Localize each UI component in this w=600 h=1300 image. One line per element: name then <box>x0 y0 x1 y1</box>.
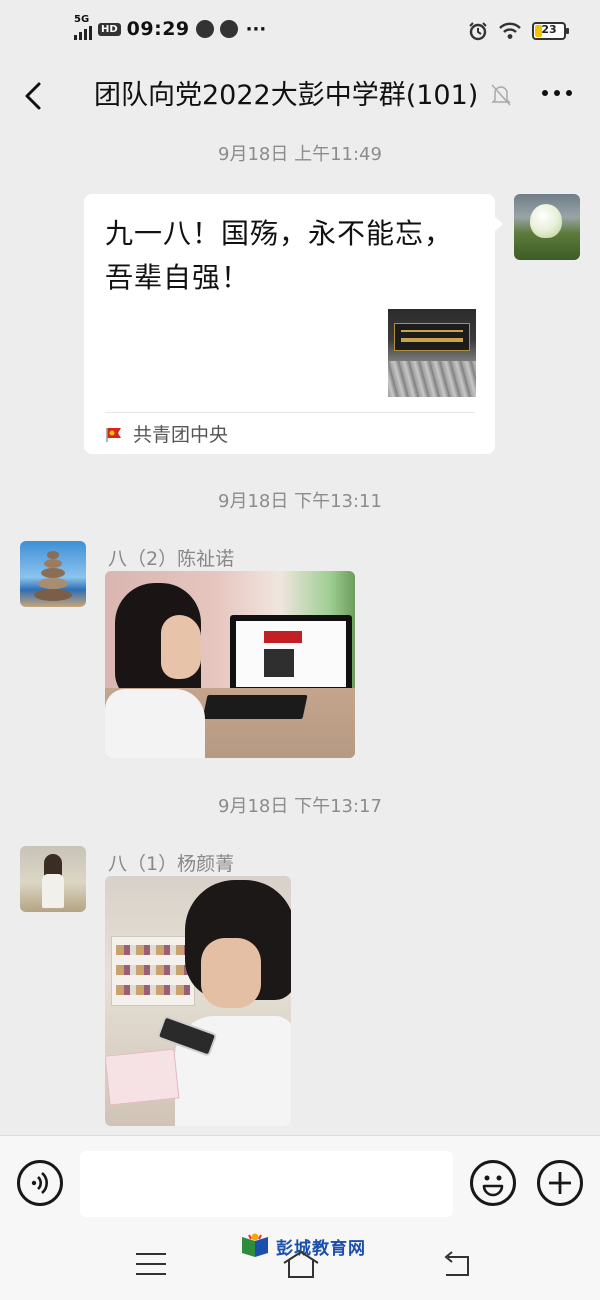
network-type: 5G <box>74 14 90 25</box>
back-arrow-icon[interactable] <box>440 1251 474 1279</box>
sender-name: 八（2）陈祉诺 <box>108 548 235 570</box>
emoji-icon <box>482 1175 504 1197</box>
wifi-icon <box>499 22 521 39</box>
cell-signal-icon: 5G <box>74 14 92 40</box>
mute-bell-icon <box>491 84 511 106</box>
notification-app-icon <box>195 20 214 38</box>
divider <box>105 412 475 413</box>
youth-league-flag-icon <box>106 427 121 442</box>
chevron-left-icon <box>25 82 41 110</box>
input-bar <box>0 1135 600 1231</box>
system-navigation-bar: 彭城教育网 <box>0 1231 600 1300</box>
photo-message[interactable] <box>105 571 355 758</box>
message-timestamp: 9月18日 下午13:17 <box>218 796 382 817</box>
voice-button[interactable] <box>17 1160 63 1206</box>
more-options-button[interactable] <box>542 90 572 96</box>
more-functions-button[interactable] <box>537 1160 583 1206</box>
message-timestamp: 9月18日 上午11:49 <box>218 144 382 165</box>
notification-app-icon-2 <box>219 20 238 38</box>
plus-icon <box>549 1172 571 1194</box>
home-icon[interactable] <box>280 1249 322 1279</box>
article-source: 共青团中央 <box>105 420 228 447</box>
sender-avatar[interactable] <box>20 541 86 607</box>
voice-icon <box>31 1172 48 1194</box>
photo-message[interactable] <box>105 876 291 1126</box>
chat-title: 团队向党2022大彭中学群(101) <box>94 80 479 111</box>
shared-article-card[interactable]: 九一八！国殇，永不能忘，吾辈自强！ 共青团中央 <box>84 194 503 454</box>
hd-badge: HD <box>98 22 121 36</box>
my-avatar[interactable] <box>514 194 580 260</box>
more-dots-icon <box>542 90 548 96</box>
battery-level-label: 23 <box>541 23 557 36</box>
article-title: 九一八！国殇，永不能忘，吾辈自强！ <box>105 217 454 294</box>
book-logo-icon <box>242 1233 268 1257</box>
back-button[interactable] <box>14 76 54 116</box>
article-thumbnail <box>388 309 476 397</box>
status-bar: 5G HD 09:29 ··· 23 <box>0 0 600 62</box>
chat-header: 团队向党2022大彭中学群(101) <box>0 62 600 130</box>
message-input[interactable] <box>80 1151 453 1217</box>
more-notifications-icon: ··· <box>245 18 267 40</box>
alarm-icon <box>469 22 487 41</box>
emoji-button[interactable] <box>470 1160 516 1206</box>
clock: 09:29 <box>126 18 190 40</box>
menu-icon[interactable] <box>136 1253 166 1277</box>
battery-icon: 23 <box>532 22 569 40</box>
article-source-name: 共青团中央 <box>133 424 229 446</box>
sender-avatar[interactable] <box>20 846 86 912</box>
sender-name: 八（1）杨颜菁 <box>108 853 235 875</box>
message-timestamp: 9月18日 下午13:11 <box>218 491 382 512</box>
